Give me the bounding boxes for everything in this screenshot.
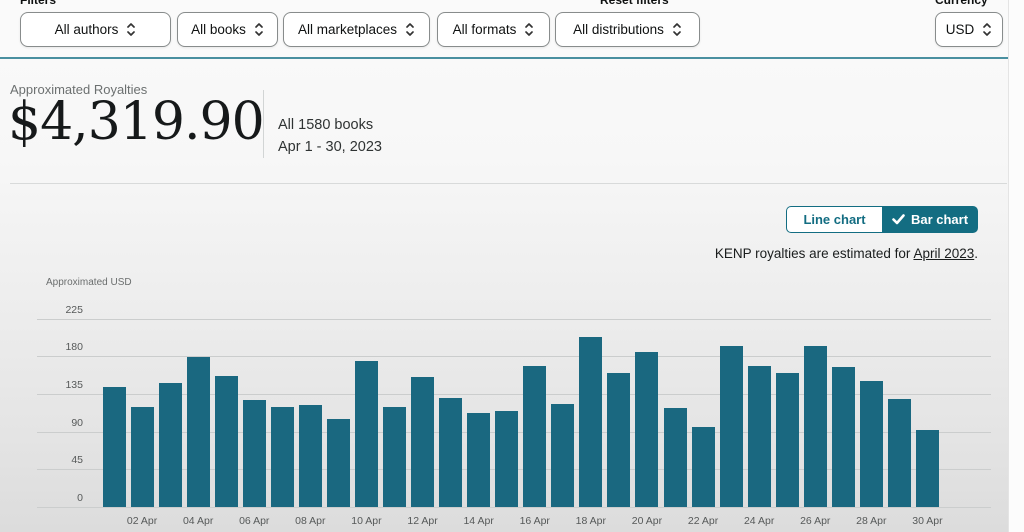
unfold-icon xyxy=(982,22,992,37)
bar-17 Apr[interactable] xyxy=(551,404,574,507)
bar-06 Apr[interactable] xyxy=(243,400,266,507)
bar-03 Apr[interactable] xyxy=(159,383,182,507)
section-divider xyxy=(10,183,1007,184)
filters-label: Filters xyxy=(20,0,56,7)
x-tick-label: 28 Apr xyxy=(844,515,898,527)
bar-08 Apr[interactable] xyxy=(299,405,322,507)
x-tick-label: 20 Apr xyxy=(620,515,674,527)
bar-16 Apr[interactable] xyxy=(523,366,546,507)
bar-13 Apr[interactable] xyxy=(439,398,462,507)
bar-20 Apr[interactable] xyxy=(635,352,658,507)
reset-filters-link[interactable]: Reset filters xyxy=(600,0,669,7)
x-tick-label: 18 Apr xyxy=(564,515,618,527)
royalties-amount: $4,319.90 xyxy=(8,92,264,152)
gridline-180 xyxy=(37,356,991,357)
x-tick-label: 12 Apr xyxy=(396,515,450,527)
line-chart-button[interactable]: Line chart xyxy=(786,206,882,233)
x-tick-label: 14 Apr xyxy=(452,515,506,527)
gridline-0 xyxy=(37,507,991,508)
kenp-month-link[interactable]: April 2023 xyxy=(913,246,974,261)
line-chart-button-label: Line chart xyxy=(803,212,865,227)
scrollbar-track[interactable] xyxy=(1008,0,1024,532)
currency-label: Currency xyxy=(935,0,988,7)
bar-02 Apr[interactable] xyxy=(131,407,154,507)
bar-30 Apr[interactable] xyxy=(916,430,939,507)
x-tick-label: 04 Apr xyxy=(171,515,225,527)
x-tick-label: 26 Apr xyxy=(788,515,842,527)
bar-24 Apr[interactable] xyxy=(748,366,771,507)
bar-01 Apr[interactable] xyxy=(103,387,126,507)
x-tick-label: 02 Apr xyxy=(115,515,169,527)
summary-divider xyxy=(263,90,264,158)
unfold-icon xyxy=(405,22,415,37)
bar-04 Apr[interactable] xyxy=(187,357,210,507)
bar-07 Apr[interactable] xyxy=(271,407,294,507)
x-tick-label: 06 Apr xyxy=(227,515,281,527)
x-tick-label: 24 Apr xyxy=(732,515,786,527)
bar-05 Apr[interactable] xyxy=(215,376,238,507)
y-tick-label: 225 xyxy=(33,304,83,316)
bar-12 Apr[interactable] xyxy=(411,377,434,507)
bar-18 Apr[interactable] xyxy=(579,337,602,507)
bar-26 Apr[interactable] xyxy=(804,346,827,507)
kenp-note-period: . xyxy=(974,246,978,261)
bar-chart: 0 45 90 135 180 225 02 Apr04 Apr06 Apr08 Apr10… xyxy=(0,0,1024,532)
chart-type-toggle: Line chart Bar chart xyxy=(786,206,978,233)
unfold-icon xyxy=(126,22,136,37)
bar-19 Apr[interactable] xyxy=(607,373,630,507)
bar-09 Apr[interactable] xyxy=(327,419,350,507)
bar-22 Apr[interactable] xyxy=(692,427,715,507)
distributions-dropdown-value: All distributions xyxy=(573,22,664,37)
x-tick-label: 30 Apr xyxy=(900,515,954,527)
currency-dropdown-value: USD xyxy=(946,22,975,37)
unfold-icon xyxy=(254,22,264,37)
date-range: Apr 1 - 30, 2023 xyxy=(278,139,382,155)
x-tick-label: 10 Apr xyxy=(339,515,393,527)
y-tick-label: 90 xyxy=(33,417,83,429)
currency-dropdown[interactable]: USD xyxy=(935,12,1003,47)
kenp-note: KENP royalties are estimated for April 2… xyxy=(715,246,978,261)
bar-11 Apr[interactable] xyxy=(383,407,406,507)
bar-25 Apr[interactable] xyxy=(776,373,799,507)
filter-bar: Filters Reset filters Currency All autho… xyxy=(0,0,1008,57)
books-scope: All 1580 books xyxy=(278,117,373,133)
distributions-dropdown[interactable]: All distributions xyxy=(555,12,700,47)
chart-y-axis-title: Approximated USD xyxy=(46,277,132,288)
formats-dropdown-value: All formats xyxy=(453,22,517,37)
filter-section-divider xyxy=(0,57,1008,59)
unfold-icon xyxy=(524,22,534,37)
marketplaces-dropdown[interactable]: All marketplaces xyxy=(283,12,430,47)
bar-chart-button[interactable]: Bar chart xyxy=(882,206,978,233)
bar-chart-button-label: Bar chart xyxy=(911,212,968,227)
authors-dropdown[interactable]: All authors xyxy=(20,12,171,47)
x-tick-label: 22 Apr xyxy=(676,515,730,527)
bar-15 Apr[interactable] xyxy=(495,411,518,507)
x-tick-label: 16 Apr xyxy=(508,515,562,527)
y-tick-label: 180 xyxy=(33,341,83,353)
bar-27 Apr[interactable] xyxy=(832,367,855,507)
authors-dropdown-value: All authors xyxy=(55,22,119,37)
formats-dropdown[interactable]: All formats xyxy=(437,12,550,47)
gridline-225 xyxy=(37,319,991,320)
y-tick-label: 45 xyxy=(33,454,83,466)
bar-29 Apr[interactable] xyxy=(888,399,911,507)
books-dropdown-value: All books xyxy=(191,22,246,37)
unfold-icon xyxy=(672,22,682,37)
bar-28 Apr[interactable] xyxy=(860,381,883,507)
check-icon xyxy=(892,214,905,225)
bar-10 Apr[interactable] xyxy=(355,361,378,507)
y-tick-label: 135 xyxy=(33,379,83,391)
marketplaces-dropdown-value: All marketplaces xyxy=(298,22,397,37)
y-tick-label: 0 xyxy=(33,492,83,504)
bar-23 Apr[interactable] xyxy=(720,346,743,507)
books-dropdown[interactable]: All books xyxy=(177,12,278,47)
kdp-royalties-dashboard: Filters Reset filters Currency All autho… xyxy=(0,0,1024,532)
x-tick-label: 08 Apr xyxy=(283,515,337,527)
bar-21 Apr[interactable] xyxy=(664,408,687,507)
bar-14 Apr[interactable] xyxy=(467,413,490,507)
kenp-note-text: KENP royalties are estimated for xyxy=(715,246,914,261)
